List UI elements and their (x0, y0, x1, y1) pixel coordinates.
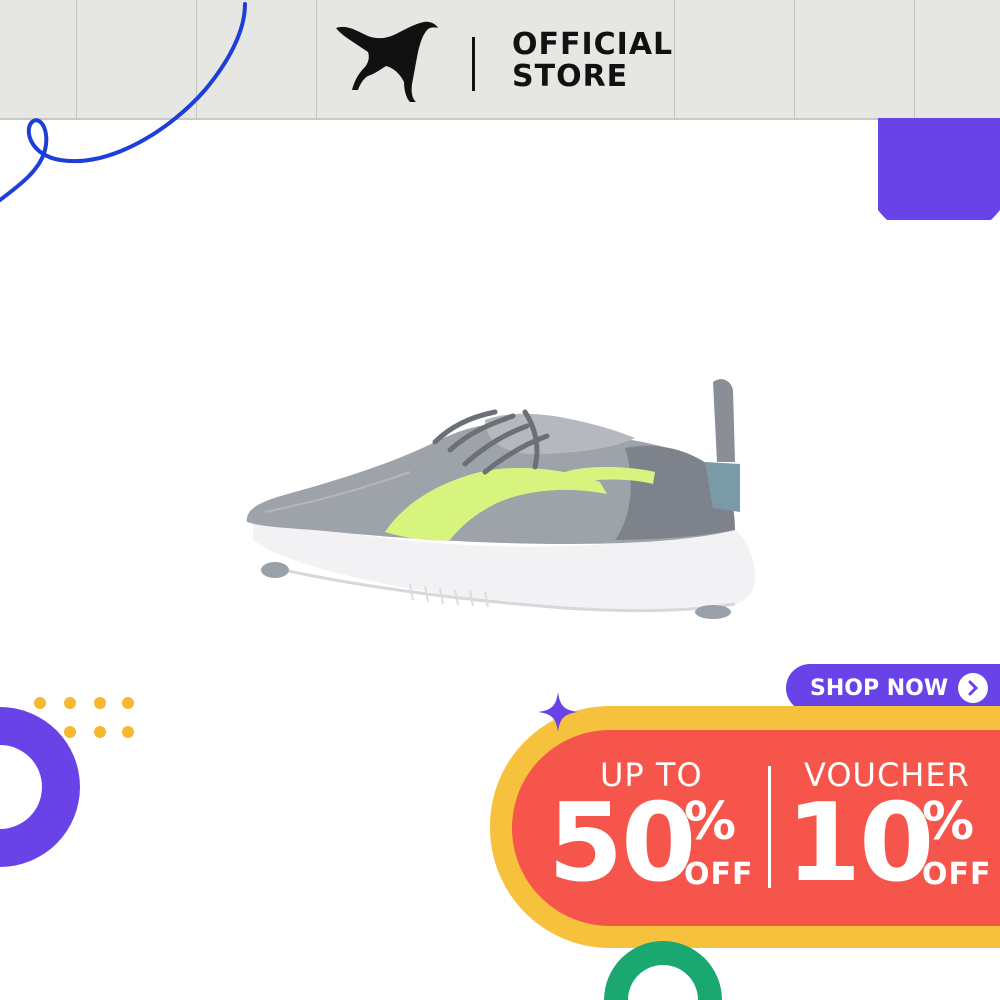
blue-squiggle-decoration (0, 2, 247, 202)
purple-circle-decoration (878, 118, 1000, 220)
sparkle-icon (538, 692, 578, 732)
puma-logo-icon (336, 21, 438, 103)
promo-left-off: OFF (684, 857, 754, 892)
promo-right-percent: % (922, 792, 975, 852)
chevron-right-icon (958, 673, 989, 703)
title-line-2: STORE (512, 59, 629, 94)
green-ring-decoration (604, 941, 722, 1000)
shop-now-button[interactable]: SHOP NOW (786, 664, 1000, 712)
promo-left-percent: % (684, 792, 737, 852)
header-grid-line (794, 0, 795, 118)
header-grid-line (914, 0, 915, 118)
purple-ring-decoration (0, 707, 80, 867)
header-grid-line (316, 0, 317, 118)
promo-right-off: OFF (922, 857, 992, 892)
promo-50-value: 50 (548, 781, 696, 906)
running-shoe-image (246, 379, 755, 619)
promo-separator (768, 766, 771, 888)
header-divider (472, 37, 475, 91)
title-line-1: OFFICIAL (512, 27, 674, 62)
shop-now-label: SHOP NOW (810, 675, 949, 701)
official-store-title: OFFICIAL STORE (512, 29, 712, 93)
promo-10-value: 10 (786, 781, 934, 906)
